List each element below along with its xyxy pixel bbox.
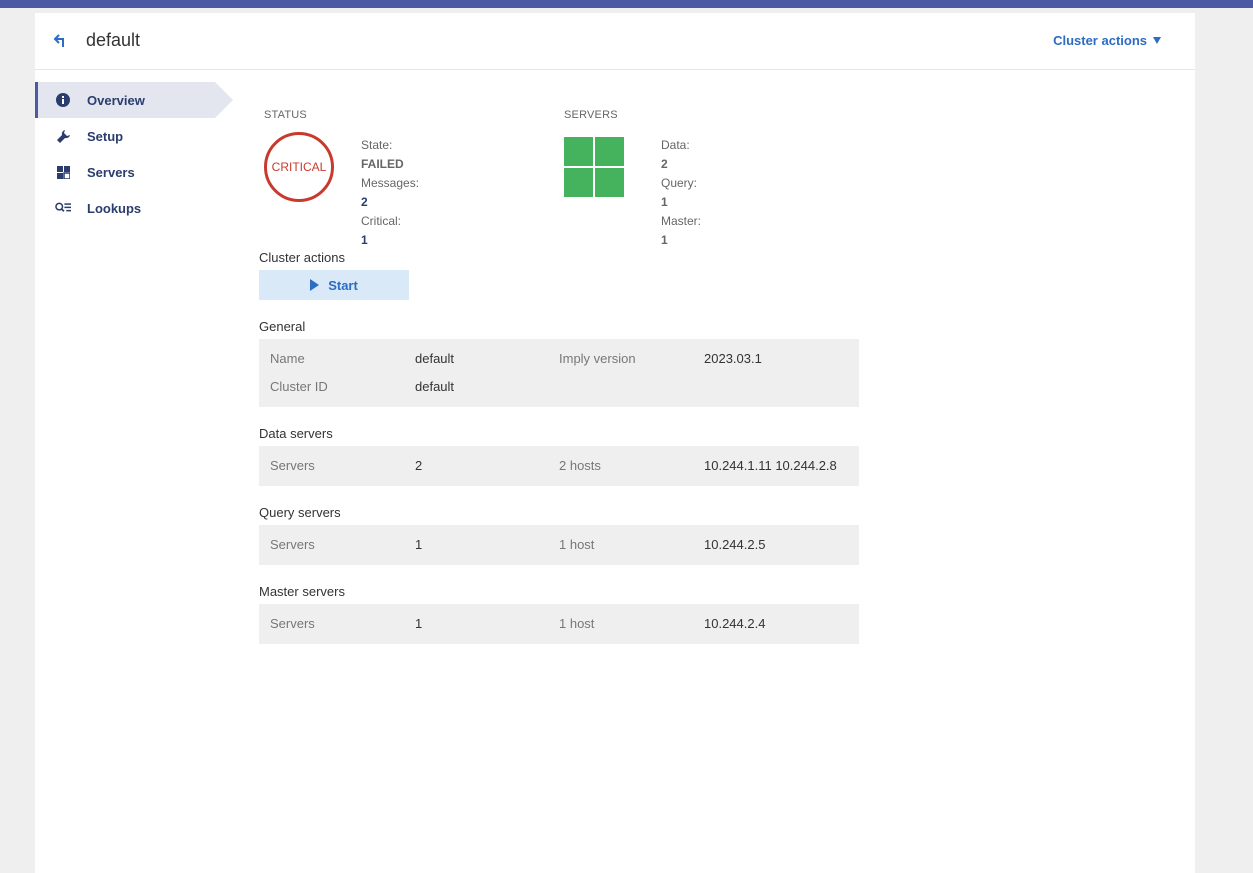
query-count-value: 1 xyxy=(661,195,668,209)
servers-label: Servers xyxy=(270,537,315,552)
state-label: State: xyxy=(361,138,393,152)
messages-label: Messages: xyxy=(361,176,420,190)
hosts-count: 1 host xyxy=(559,537,595,552)
cluster-actions-dropdown[interactable]: Cluster actions xyxy=(1053,33,1161,48)
wrench-icon xyxy=(55,128,71,144)
critical-label: Critical: xyxy=(361,214,402,228)
messages-value: 2 xyxy=(361,195,368,209)
server-tile xyxy=(595,168,624,197)
data-count-value: 2 xyxy=(661,157,668,171)
data-count-label: Data: xyxy=(661,138,690,152)
table-row: Servers 2 2 hosts 10.244.1.11 10.244.2.8 xyxy=(259,452,859,480)
servers-count: 1 xyxy=(415,616,423,631)
status-badge-text: CRITICAL xyxy=(271,160,327,174)
sidebar-item-overview[interactable]: Overview xyxy=(35,82,233,118)
cluster-id-value: default xyxy=(415,379,455,394)
sidebar-item-label: Servers xyxy=(87,164,135,180)
master-servers-title: Master servers xyxy=(259,584,345,599)
servers-label: Servers xyxy=(270,616,315,631)
table-row: Cluster ID default xyxy=(259,373,859,401)
status-section: STATUS CRITICAL State:FAILED Messages:2 … xyxy=(264,109,419,247)
server-tile xyxy=(564,168,593,197)
imply-version-value: 2023.03.1 xyxy=(704,351,762,366)
host-addresses: 10.244.1.11 10.244.2.8 xyxy=(704,458,837,473)
status-details: State: FAILED Messages: 2 Critical: 1 xyxy=(361,136,448,250)
table-row: Servers 1 1 host 10.244.2.5 xyxy=(259,531,859,559)
imply-version-label: Imply version xyxy=(559,351,636,366)
sidebar-item-label: Setup xyxy=(87,128,124,144)
servers-count: 2 xyxy=(415,458,423,473)
cluster-actions-label: Cluster actions xyxy=(1053,33,1147,48)
state-value: FAILED xyxy=(361,157,404,171)
cluster-actions-title: Cluster actions xyxy=(259,250,345,265)
server-tile xyxy=(595,137,624,166)
servers-label: SERVERS xyxy=(564,109,618,121)
server-tile xyxy=(564,137,593,166)
master-count-label: Master: xyxy=(661,214,702,228)
query-servers-title: Query servers xyxy=(259,505,341,520)
general-table: Name default Imply version 2023.03.1 Clu… xyxy=(259,339,859,407)
server-health-grid xyxy=(564,137,624,197)
sidebar-item-servers[interactable]: Servers xyxy=(35,154,235,190)
servers-summary-section: SERVERS Data: 2 Query: 1 Master: 1 xyxy=(564,109,701,247)
info-icon xyxy=(55,92,71,108)
back-arrow-icon[interactable] xyxy=(53,33,69,49)
query-count-label: Query: xyxy=(661,176,698,190)
sidebar-item-setup[interactable]: Setup xyxy=(35,118,235,154)
cluster-id-label: Cluster ID xyxy=(270,379,328,394)
general-title: General xyxy=(259,319,306,334)
host-addresses: 10.244.2.4 xyxy=(704,616,766,631)
data-servers-title: Data servers xyxy=(259,426,333,441)
start-button[interactable]: Start xyxy=(259,270,409,300)
servers-label: Servers xyxy=(270,458,315,473)
sidebar: Overview Setup Servers Lookups xyxy=(35,82,235,226)
page-header: default Cluster actions xyxy=(35,13,1195,70)
hosts-count: 2 hosts xyxy=(559,458,601,473)
status-label: STATUS xyxy=(264,109,307,121)
critical-status-badge: CRITICAL xyxy=(264,132,334,202)
hosts-count: 1 host xyxy=(559,616,595,631)
servers-count: 1 xyxy=(415,537,423,552)
page-title: default xyxy=(86,30,141,50)
data-servers-table: Servers 2 2 hosts 10.244.1.11 10.244.2.8 xyxy=(259,446,859,486)
host-addresses: 10.244.2.5 xyxy=(704,537,766,552)
play-icon xyxy=(310,279,320,291)
master-count-value: 1 xyxy=(661,233,668,247)
table-row: Servers 1 1 host 10.244.2.4 xyxy=(259,610,859,638)
start-button-label: Start xyxy=(328,277,358,293)
query-servers-table: Servers 1 1 host 10.244.2.5 xyxy=(259,525,859,565)
name-value: default xyxy=(415,351,455,366)
main-panel: default Cluster actions Overview Setup S… xyxy=(35,13,1195,873)
server-counts: Data: 2 Query: 1 Master: 1 xyxy=(661,136,748,250)
master-servers-table: Servers 1 1 host 10.244.2.4 xyxy=(259,604,859,644)
name-label: Name xyxy=(270,351,305,366)
critical-value: 1 xyxy=(361,233,368,247)
caret-down-icon xyxy=(1153,37,1161,44)
sidebar-item-lookups[interactable]: Lookups xyxy=(35,190,235,226)
sidebar-item-label: Overview xyxy=(87,92,145,108)
lookup-icon xyxy=(55,200,71,216)
table-row: Name default Imply version 2023.03.1 xyxy=(259,345,859,373)
top-accent-bar xyxy=(0,0,1253,8)
grid-icon xyxy=(55,164,71,180)
sidebar-item-label: Lookups xyxy=(87,200,142,216)
